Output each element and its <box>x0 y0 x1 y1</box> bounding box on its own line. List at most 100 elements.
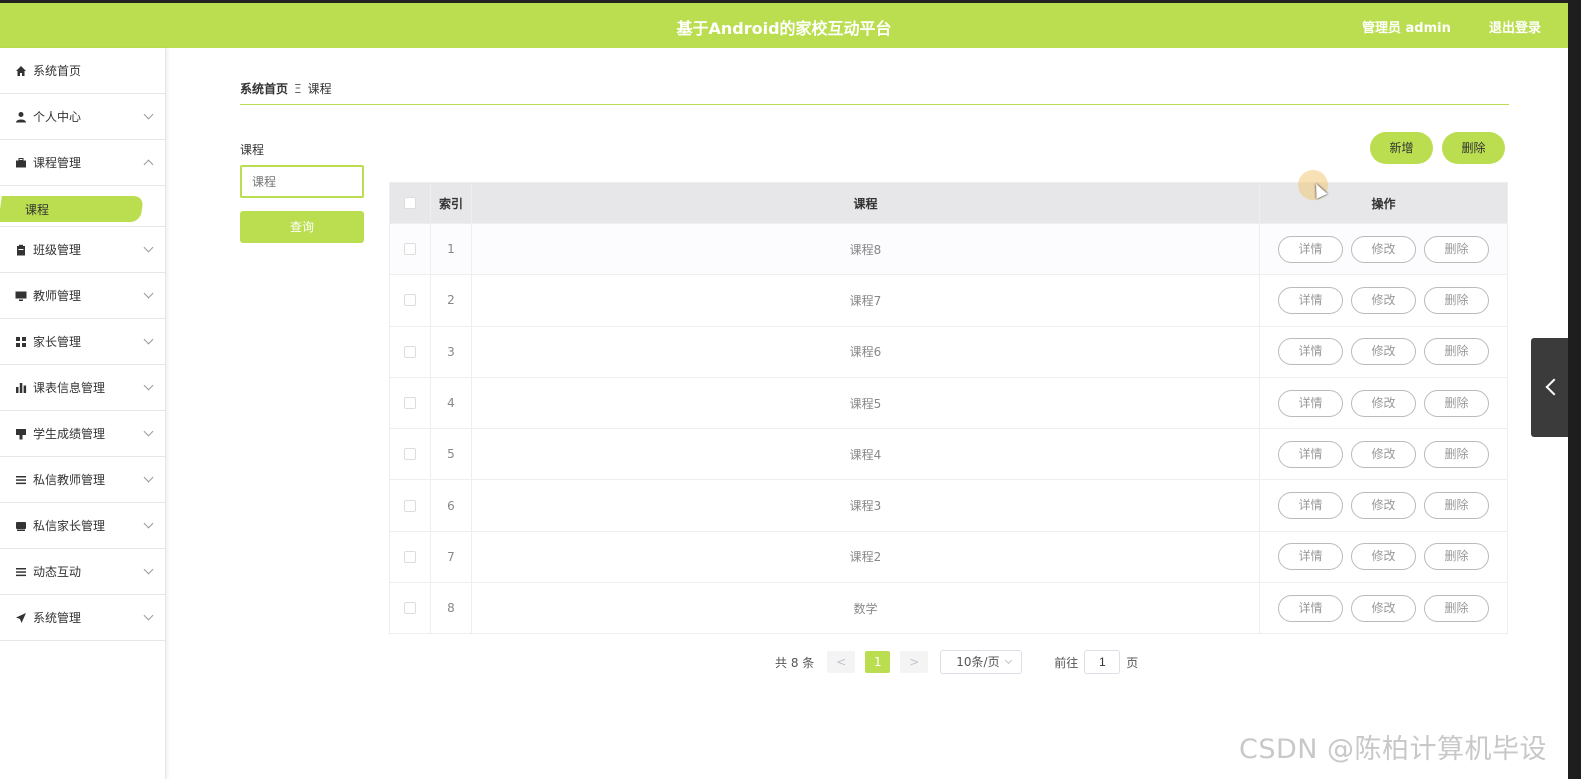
row-select-cell <box>390 377 431 429</box>
breadcrumb-home[interactable]: 系统首页 <box>240 82 288 96</box>
page-size-select[interactable]: 10条/页 <box>940 650 1023 674</box>
sidebar-item-0[interactable]: 系统首页 <box>0 48 165 94</box>
detail-button[interactable]: 详情 <box>1278 338 1343 366</box>
row-checkbox[interactable] <box>404 397 416 410</box>
query-button[interactable]: 查询 <box>240 211 364 243</box>
chevron-down-icon <box>143 518 154 529</box>
row-index: 8 <box>431 583 472 634</box>
sidebar-item-11[interactable]: 系统管理 <box>0 595 165 641</box>
sidebar-item-3[interactable]: 班级管理 <box>0 227 165 273</box>
delete-button[interactable]: 删除 <box>1424 594 1489 622</box>
edit-button[interactable]: 修改 <box>1351 389 1416 417</box>
current-user: 管理员 admin <box>1362 21 1451 36</box>
sidebar-item-label: 私信家长管理 <box>33 519 106 533</box>
row-checkbox[interactable] <box>404 345 416 358</box>
prev-page-button[interactable]: < <box>827 651 856 673</box>
pagination-total: 共 8 条 <box>775 655 815 670</box>
delete-button[interactable]: 删除 <box>1424 543 1489 571</box>
edit-button[interactable]: 修改 <box>1351 594 1416 622</box>
row-ops: 详情 修改 删除 <box>1260 378 1507 428</box>
submenu-course[interactable]: 课程 <box>0 186 165 227</box>
row-checkbox[interactable] <box>404 602 416 615</box>
edit-button[interactable]: 修改 <box>1351 440 1416 468</box>
edit-button[interactable]: 修改 <box>1351 286 1416 314</box>
edit-button[interactable]: 修改 <box>1351 492 1416 520</box>
sidebar-item-label: 动态互动 <box>33 565 82 579</box>
send-icon <box>15 612 27 624</box>
row-course: 课程8 <box>472 224 1260 275</box>
page-number-1[interactable]: 1 <box>865 651 891 673</box>
home-icon <box>15 65 27 77</box>
sidebar-item-7[interactable]: 学生成绩管理 <box>0 411 165 457</box>
logout-link[interactable]: 退出登录 <box>1489 17 1541 36</box>
sidebar-item-label: 系统管理 <box>33 611 82 625</box>
sidebar-item-label: 教师管理 <box>33 289 82 303</box>
sidebar-item-label: 个人中心 <box>33 110 82 124</box>
course-table: 索引 课程 操作 1 课程8 详情 修改 删除 2 课程7 详情 修改 删除 3 课程6 详情 修改 删除 4… <box>389 182 1508 635</box>
row-index: 2 <box>431 275 472 326</box>
chevron-down-icon <box>143 334 154 345</box>
select-all-checkbox[interactable] <box>404 197 416 209</box>
sidebar-item-4[interactable]: 教师管理 <box>0 273 165 319</box>
delete-button[interactable]: 删除 <box>1424 286 1489 314</box>
row-index: 1 <box>431 224 472 275</box>
bar-chart-icon <box>15 382 27 394</box>
row-checkbox[interactable] <box>404 243 416 256</box>
delete-button[interactable]: 删除 <box>1424 492 1489 520</box>
table-row: 7 课程2 详情 修改 删除 <box>390 530 1507 583</box>
sidebar-item-6[interactable]: 课表信息管理 <box>0 365 165 411</box>
row-course: 课程4 <box>472 429 1260 480</box>
row-checkbox[interactable] <box>404 550 416 563</box>
chevron-down-icon <box>1005 656 1013 665</box>
row-select-cell <box>390 531 431 583</box>
add-button[interactable]: 新增 <box>1370 132 1433 164</box>
detail-button[interactable]: 详情 <box>1278 286 1343 314</box>
row-index: 3 <box>431 326 472 377</box>
tray-icon <box>15 520 27 532</box>
goto-page-input[interactable] <box>1084 650 1121 674</box>
row-select-cell <box>390 275 431 326</box>
detail-button[interactable]: 详情 <box>1278 594 1343 622</box>
table-header: 索引 课程 操作 <box>390 183 1507 223</box>
next-page-button[interactable]: > <box>900 651 929 673</box>
sidebar-item-8[interactable]: 私信教师管理 <box>0 457 165 503</box>
edit-button[interactable]: 修改 <box>1351 235 1416 263</box>
sidebar-item-9[interactable]: 私信家长管理 <box>0 503 165 549</box>
sidebar-item-1[interactable]: 个人中心 <box>0 94 165 140</box>
row-ops: 详情 修改 删除 <box>1260 583 1507 633</box>
window-edge <box>1568 0 1581 779</box>
goto-prefix: 前往 <box>1054 655 1079 670</box>
detail-button[interactable]: 详情 <box>1278 543 1343 571</box>
row-checkbox[interactable] <box>404 448 416 461</box>
header-index: 索引 <box>431 183 472 223</box>
row-checkbox[interactable] <box>404 499 416 512</box>
delete-button[interactable]: 删除 <box>1424 235 1489 263</box>
edit-button[interactable]: 修改 <box>1351 338 1416 366</box>
sidebar-item-5[interactable]: 家长管理 <box>0 319 165 365</box>
list-icon <box>15 474 27 486</box>
row-checkbox[interactable] <box>404 294 416 307</box>
detail-button[interactable]: 详情 <box>1278 389 1343 417</box>
detail-button[interactable]: 详情 <box>1278 440 1343 468</box>
detail-button[interactable]: 详情 <box>1278 235 1343 263</box>
batch-delete-button[interactable]: 删除 <box>1442 132 1505 164</box>
row-ops: 详情 修改 删除 <box>1260 532 1507 582</box>
monitor-icon <box>15 290 27 302</box>
detail-button[interactable]: 详情 <box>1278 492 1343 520</box>
sidebar-item-10[interactable]: 动态互动 <box>0 549 165 595</box>
delete-button[interactable]: 删除 <box>1424 440 1489 468</box>
delete-button[interactable]: 删除 <box>1424 338 1489 366</box>
row-course: 课程5 <box>472 377 1260 429</box>
row-select-cell <box>390 429 431 480</box>
table-row: 6 课程3 详情 修改 删除 <box>390 479 1507 531</box>
breadcrumb-current: 课程 <box>307 82 332 96</box>
row-select-cell <box>390 224 431 275</box>
delete-button[interactable]: 删除 <box>1424 389 1489 417</box>
course-search-input[interactable] <box>240 165 364 198</box>
edit-button[interactable]: 修改 <box>1351 543 1416 571</box>
pagination: 共 8 条 < 1 > 10条/页 前往 页 <box>775 650 1138 674</box>
sidebar-item-2[interactable]: 课程管理 <box>0 140 165 186</box>
side-panel-toggle[interactable] <box>1531 338 1568 437</box>
sidebar-item-label: 家长管理 <box>33 335 82 349</box>
search-label: 课程 <box>240 143 265 157</box>
